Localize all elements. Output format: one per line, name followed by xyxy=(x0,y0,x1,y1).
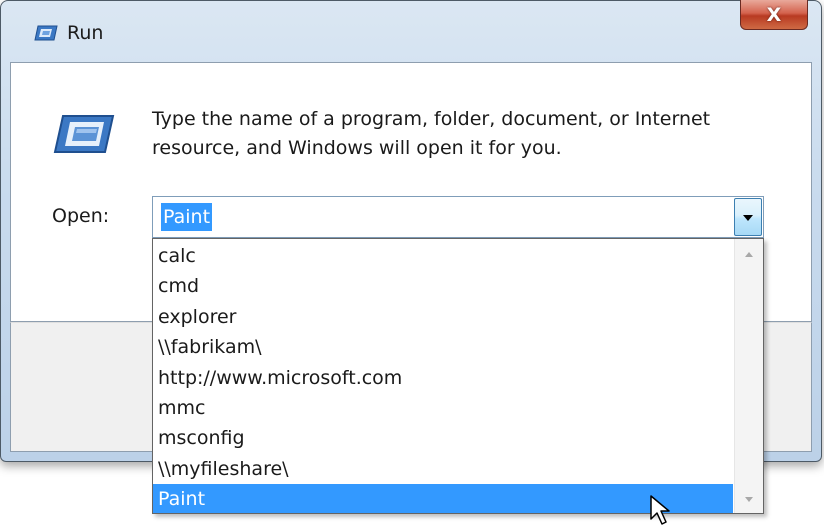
list-item[interactable]: explorer xyxy=(153,302,733,332)
arrow-down-icon xyxy=(745,497,753,502)
list-item[interactable]: http://www.microsoft.com xyxy=(153,363,733,393)
list-item[interactable]: cmd xyxy=(153,271,733,301)
list-item[interactable]: mmc xyxy=(153,393,733,423)
chevron-down-icon xyxy=(743,215,753,221)
close-icon: X xyxy=(766,3,782,26)
list-item[interactable]: \\myfileshare\ xyxy=(153,454,733,484)
window-title: Run xyxy=(67,22,104,44)
history-dropdown-list: calc cmd explorer \\fabrikam\ http://www… xyxy=(152,238,764,514)
scroll-up-button[interactable] xyxy=(735,239,763,267)
open-input-value[interactable]: Paint xyxy=(161,203,213,231)
open-combobox[interactable]: Paint xyxy=(152,196,764,238)
run-icon xyxy=(34,25,58,41)
list-item[interactable]: msconfig xyxy=(153,423,733,453)
arrow-up-icon xyxy=(745,252,753,257)
scroll-down-button[interactable] xyxy=(735,485,763,513)
list-item[interactable]: calc xyxy=(153,241,733,271)
dropdown-toggle-button[interactable] xyxy=(734,198,762,236)
dropdown-items: calc cmd explorer \\fabrikam\ http://www… xyxy=(153,241,733,513)
dialog-description: Type the name of a program, folder, docu… xyxy=(152,108,711,159)
run-program-icon xyxy=(53,115,115,153)
dropdown-scrollbar[interactable] xyxy=(734,239,763,513)
open-label: Open: xyxy=(52,205,110,227)
list-item[interactable]: \\fabrikam\ xyxy=(153,332,733,362)
close-button[interactable]: X xyxy=(740,0,808,30)
list-item-selected[interactable]: Paint xyxy=(153,484,733,513)
mouse-cursor-icon xyxy=(650,495,670,525)
